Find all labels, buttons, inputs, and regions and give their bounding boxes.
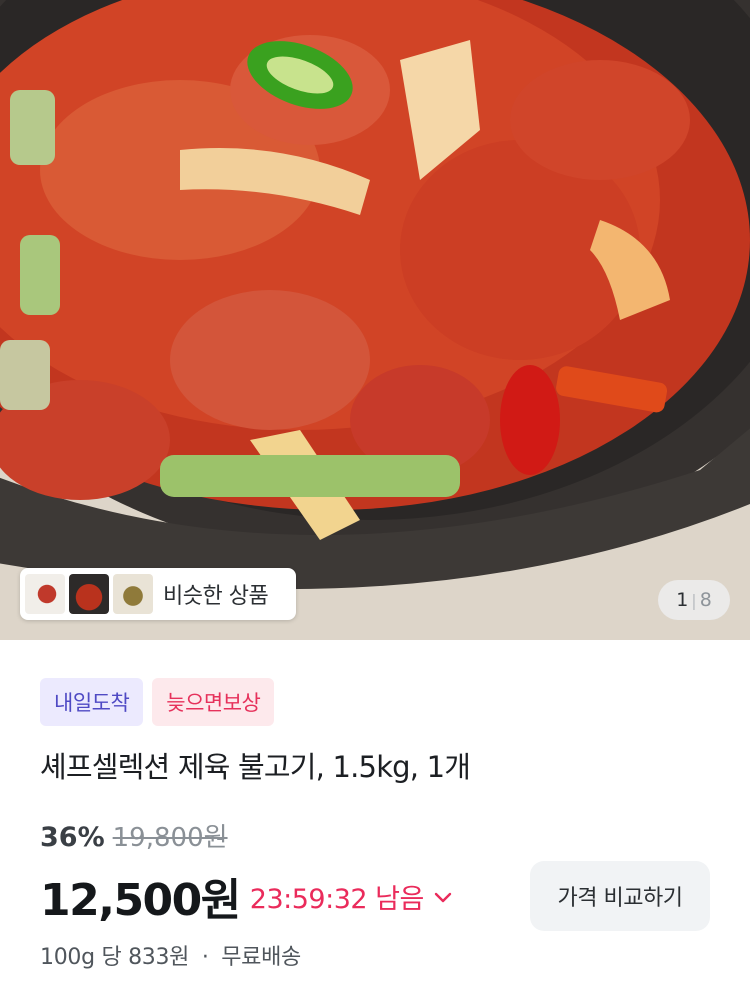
- similar-product-thumbnail: [113, 574, 153, 614]
- shipping-info: 무료배송: [221, 945, 301, 970]
- delivery-badges: 내일도착 늦으면보상: [40, 678, 283, 726]
- discount-rate: 36%: [40, 822, 105, 853]
- similar-product-thumbnail: [25, 574, 65, 614]
- sale-price: 12,500원: [40, 875, 241, 926]
- product-title: 셰프셀렉션 제육 불고기, 1.5kg, 1개: [40, 750, 471, 784]
- similar-products-button[interactable]: 비슷한 상품: [20, 568, 296, 620]
- unit-price-shipping: 100g 당 833원 · 무료배송: [40, 939, 301, 971]
- price-row: 12,500원 23:59:32 남음: [40, 864, 452, 928]
- similar-products-label: 비슷한 상품: [163, 584, 269, 609]
- image-pager: 1 | 8: [658, 580, 730, 620]
- product-detail-page: 비슷한 상품 1 | 8 내일도착 늦으면보상 셰프셀렉션 제육 불고기, 1.…: [0, 0, 750, 983]
- original-price: 19,800원: [112, 823, 228, 853]
- late-compensation-badge: 늦으면보상: [152, 678, 275, 726]
- price-compare-button[interactable]: 가격 비교하기: [530, 861, 710, 931]
- pager-separator: |: [691, 590, 697, 610]
- pager-current: 1: [676, 589, 689, 611]
- pager-total: 8: [699, 589, 712, 611]
- chevron-down-icon[interactable]: [434, 887, 452, 907]
- discount-row: 36% 19,800원: [40, 817, 228, 854]
- unit-price: 100g 당 833원: [40, 945, 190, 970]
- product-photo: [0, 0, 750, 640]
- separator-dot: ·: [201, 945, 209, 970]
- deal-timer[interactable]: 23:59:32 남음: [250, 877, 425, 916]
- product-image-carousel[interactable]: 비슷한 상품 1 | 8: [0, 0, 750, 640]
- arrival-badge: 내일도착: [40, 678, 144, 726]
- similar-product-thumbnail: [69, 574, 109, 614]
